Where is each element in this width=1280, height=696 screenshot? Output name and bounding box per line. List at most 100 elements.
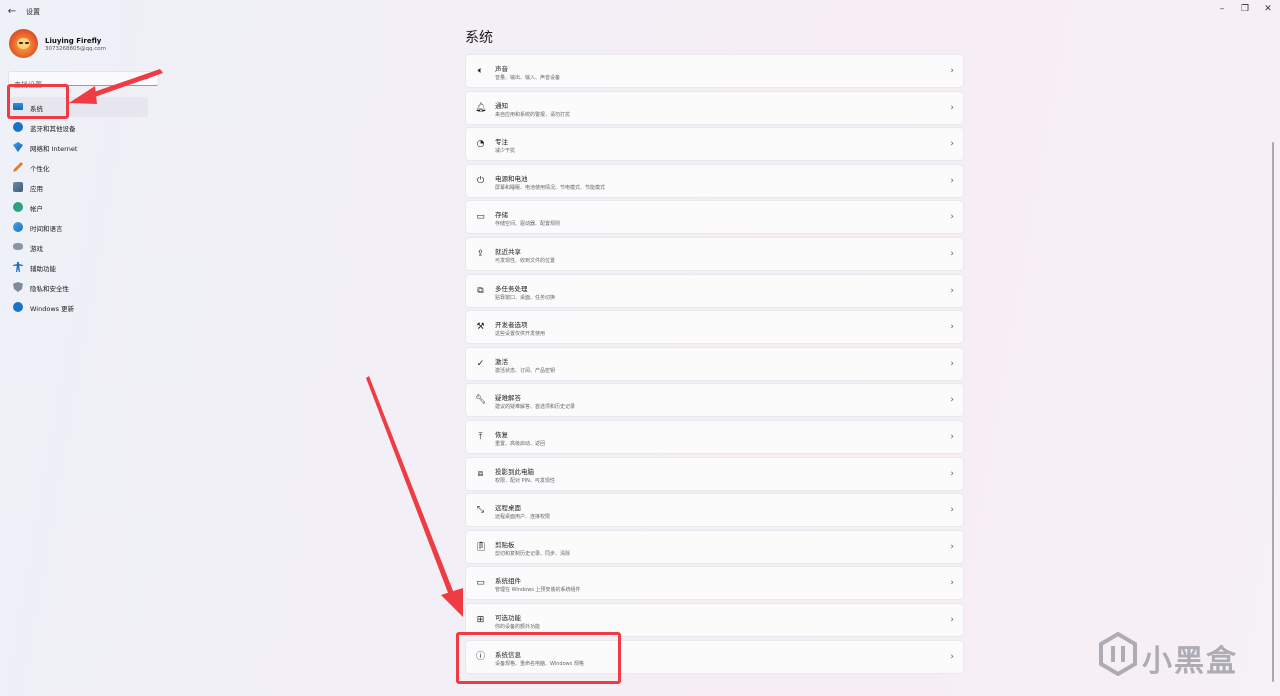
card-focus[interactable]: ◔ 专注 减少干扰 › (465, 127, 964, 162)
network-icon (13, 142, 23, 152)
chevron-right-icon: › (950, 102, 954, 113)
card-title: 剪贴板 (495, 540, 515, 549)
minimize-icon[interactable]: – (1214, 3, 1230, 15)
card-system-components[interactable]: ▭ 系统组件 管理在 Windows 上预安装的系统组件 › (465, 566, 964, 601)
recovery-icon: ⤒ (478, 431, 483, 442)
card-title: 恢复 (495, 430, 508, 439)
card-title: 多任务处理 (495, 284, 528, 293)
card-title: 声音 (495, 65, 508, 73)
card-developer[interactable]: ⚒ 开发者选项 这些设置仅供开发使用 › (465, 310, 964, 345)
card-subtitle: 可发现性、收到文件的位置 (495, 257, 556, 264)
card-title: 疑难解答 (495, 394, 521, 403)
card-title: 远程桌面 (495, 504, 521, 513)
projection-icon: ⧈ (477, 468, 484, 479)
components-icon: ▭ (476, 578, 485, 589)
remote-desktop-icon: ⤡ (476, 505, 485, 516)
sidebar-item-apps[interactable]: 应用 (8, 177, 148, 197)
speaker-icon: 🔈︎ (477, 66, 484, 76)
card-title: 开发者选项 (495, 321, 528, 330)
chevron-right-icon: › (950, 651, 954, 662)
avatar-eye (25, 42, 29, 44)
card-troubleshoot[interactable]: 🔧︎ 疑难解答 建议的疑难解答、首选项和历史记录 › (465, 383, 964, 418)
bell-icon: 🔔︎ (475, 102, 487, 113)
chevron-right-icon: › (950, 66, 954, 76)
chevron-right-icon: › (950, 322, 954, 333)
gamepad-icon (13, 243, 23, 250)
card-subtitle: 音量、输出、输入、声音设备 (495, 75, 561, 81)
arrow-to-about (366, 376, 463, 617)
chevron-right-icon: › (950, 358, 954, 369)
update-icon (13, 302, 23, 312)
chevron-right-icon: › (950, 139, 954, 150)
user-name: Liuying Firefly (45, 37, 102, 45)
chevron-right-icon: › (950, 285, 954, 296)
watermark-text: 小黑盒 (1142, 644, 1238, 679)
card-notifications[interactable]: 🔔︎ 通知 来自应用和系统的警报，请勿打扰 › (465, 90, 964, 125)
sidebar-item-privacy[interactable]: 隐私和安全性 (8, 277, 148, 297)
card-title: 通知 (495, 101, 508, 110)
bluetooth-icon (13, 122, 23, 132)
developer-icon: ⚒ (476, 322, 485, 333)
avatar[interactable] (9, 29, 38, 58)
sidebar-item-label: 时间和语言 (30, 225, 63, 233)
sidebar-item-time-language[interactable]: 时间和语言 (8, 217, 148, 237)
search-icon[interactable]: ⌕ (145, 74, 153, 82)
sidebar-item-label: 蓝牙和其他设备 (30, 125, 76, 133)
focus-icon: ◔ (476, 139, 485, 150)
scrollbar[interactable] (1272, 142, 1274, 682)
card-clipboard[interactable]: 📋︎ 剪贴板 剪切和复制历史记录、同步、清除 › (465, 529, 964, 564)
card-title: 就近共享 (495, 247, 521, 256)
settings-list: 🔈︎ 声音 音量、输出、输入、声音设备 › 🔔︎ 通知 来自应用和系统的警报，请… (465, 54, 964, 676)
card-subtitle: 激活状态、订阅、产品密钥 (495, 367, 556, 374)
sidebar-item-bluetooth[interactable]: 蓝牙和其他设备 (8, 117, 148, 137)
sidebar-item-label: 帐户 (30, 205, 43, 213)
title-bar: ← 设置 – ❐ ✕ (0, 0, 1280, 24)
card-activation[interactable]: ✓ 激活 激活状态、订阅、产品密钥 › (465, 346, 964, 381)
close-icon[interactable]: ✕ (1260, 3, 1276, 15)
card-storage[interactable]: ▭ 存储 存储空间、驱动器、配置规则 › (465, 200, 964, 235)
card-recovery[interactable]: ⤒ 恢复 重置、高级启动、返回 › (465, 419, 964, 454)
chevron-right-icon: › (950, 248, 954, 259)
card-power[interactable]: ⏻ 电源和电池 屏幕和睡眠、电池使用情况、节电模式、节能模式 › (465, 163, 964, 198)
card-multitasking[interactable]: ⧉ 多任务处理 贴靠窗口、桌面、任务切换 › (465, 273, 964, 308)
card-title: 可选功能 (495, 613, 521, 622)
sidebar-item-label: 隐私和安全性 (30, 285, 69, 293)
clipboard-icon: 📋︎ (475, 541, 487, 552)
maximize-icon[interactable]: ❐ (1237, 3, 1253, 15)
card-nearby-sharing[interactable]: ⇪ 就近共享 可发现性、收到文件的位置 › (465, 236, 964, 271)
chevron-right-icon: › (950, 212, 954, 223)
accessibility-icon (13, 262, 23, 272)
sidebar-item-label: Windows 更新 (30, 305, 75, 313)
sidebar-item-label: 网络和 Internet (30, 145, 78, 153)
multitask-icon: ⧉ (477, 285, 484, 296)
card-title: 存储 (495, 211, 508, 220)
sidebar-item-accounts[interactable]: 帐户 (8, 197, 148, 217)
sidebar-item-personalization[interactable]: 个性化 (8, 157, 148, 177)
apps-icon (13, 182, 23, 192)
card-subtitle: 这些设置仅供开发使用 (495, 331, 546, 338)
card-subtitle: 远程桌面用户、连接权限 (495, 514, 551, 521)
card-remote-desktop[interactable]: ⤡ 远程桌面 远程桌面用户、连接权限 › (465, 493, 964, 528)
sidebar-item-accessibility[interactable]: 辅助功能 (8, 257, 148, 277)
share-icon: ⇪ (476, 248, 485, 259)
card-title: 专注 (495, 138, 508, 147)
chevron-right-icon: › (950, 614, 954, 625)
back-arrow-icon[interactable]: ← (6, 6, 18, 18)
sidebar-item-label: 游戏 (30, 245, 43, 253)
avatar-eye (19, 42, 23, 44)
highlight-box-about (456, 632, 621, 684)
card-title: 系统组件 (495, 577, 521, 586)
card-subtitle: 来自应用和系统的警报，请勿打扰 (495, 111, 571, 118)
card-subtitle: 管理在 Windows 上预安装的系统组件 (495, 587, 581, 594)
sidebar-item-gaming[interactable]: 游戏 (8, 237, 148, 257)
page-title: 系统 (465, 30, 493, 46)
sidebar-item-network[interactable]: 网络和 Internet (8, 137, 148, 157)
account-icon (13, 202, 23, 212)
user-email: 3073268805@qq.com (45, 46, 106, 52)
card-projection[interactable]: ⧈ 投影到此电脑 权限、配对 PIN、可发现性 › (465, 456, 964, 491)
card-sound[interactable]: 🔈︎ 声音 音量、输出、输入、声音设备 › (465, 54, 964, 88)
sidebar-item-windows-update[interactable]: Windows 更新 (8, 297, 148, 317)
card-title: 激活 (495, 357, 508, 366)
chevron-right-icon: › (950, 175, 954, 186)
brush-icon (13, 162, 23, 172)
